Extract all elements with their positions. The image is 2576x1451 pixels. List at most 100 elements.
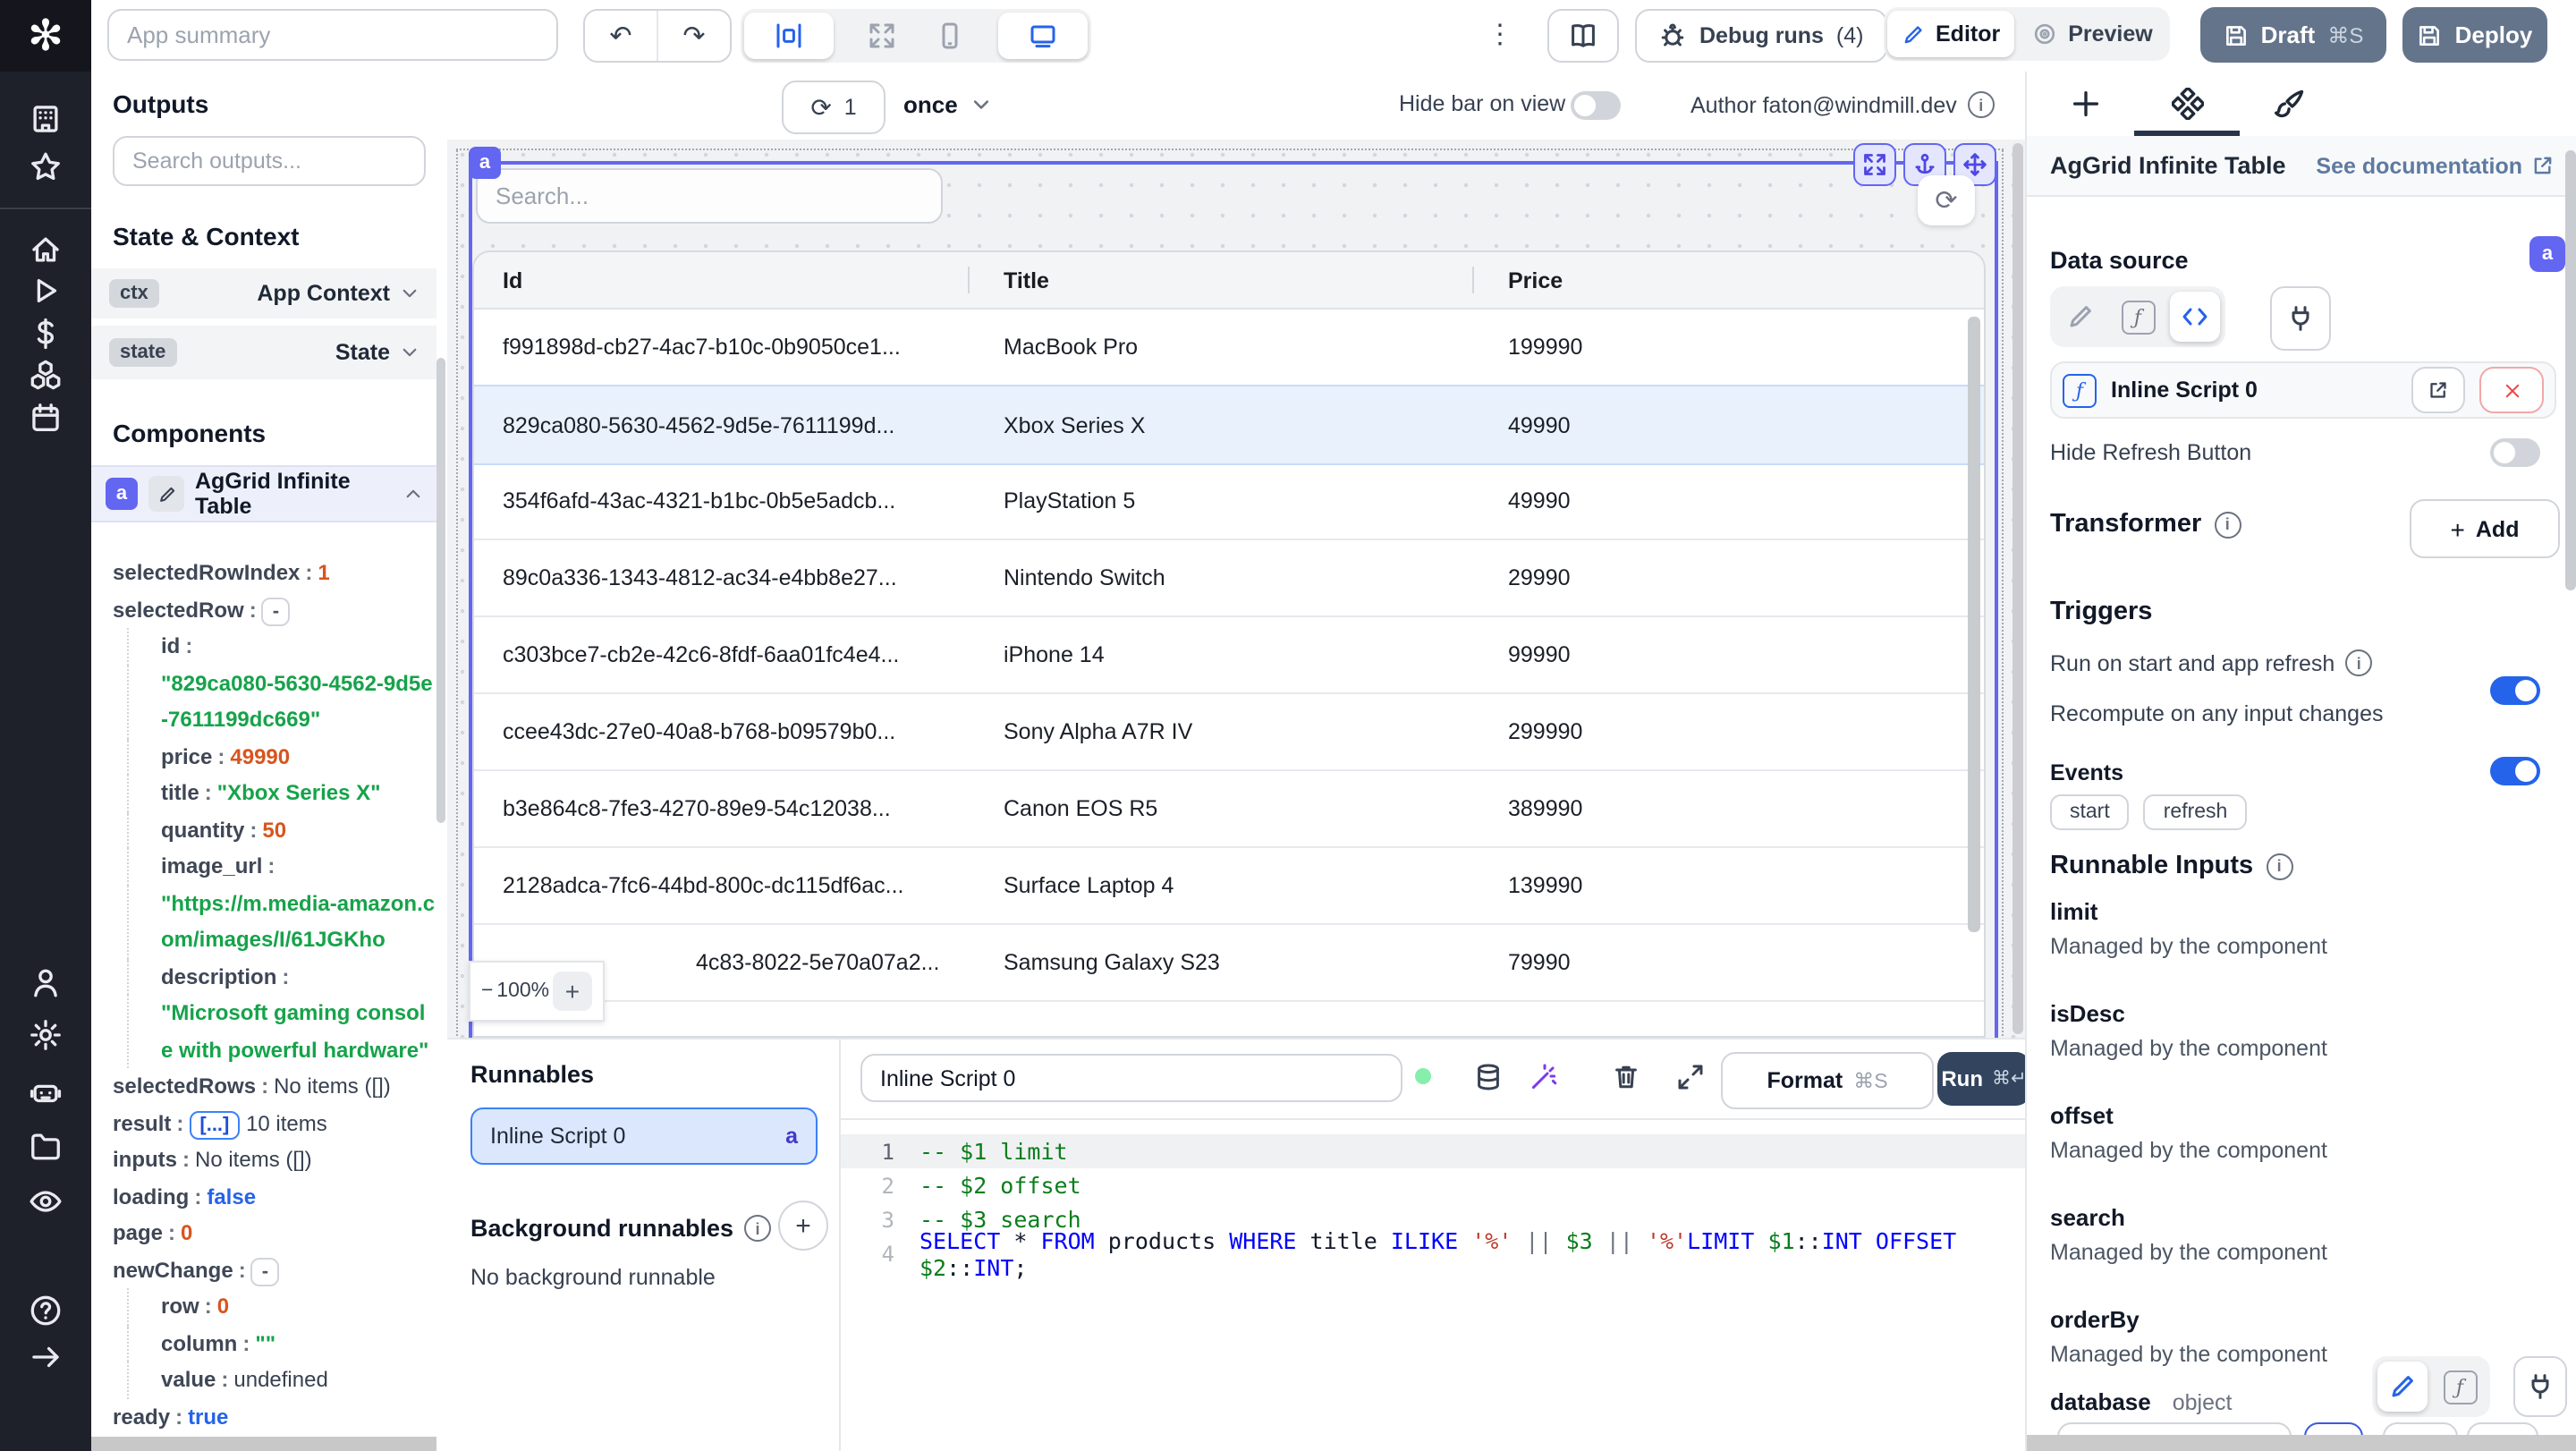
undo-button[interactable]: ↶: [585, 11, 657, 61]
add-transformer-button[interactable]: + Add: [2410, 499, 2560, 558]
more-menu-button[interactable]: ⋮: [1487, 18, 1515, 50]
template-button[interactable]: ƒ: [2113, 292, 2163, 342]
docs-button[interactable]: [1547, 9, 1619, 63]
table-row[interactable]: 89c0a336-1343-4812-ac34-e4bb8e27... Ninte…: [474, 539, 1984, 617]
settings-scrollbar[interactable]: [2565, 150, 2576, 590]
info-icon[interactable]: i: [1967, 91, 1995, 118]
output-tree-row-selectedRowIndex[interactable]: selectedRowIndex:1: [113, 555, 436, 591]
output-tree-row-inputs[interactable]: inputs: No items ([]): [113, 1141, 436, 1178]
run-on-start-toggle[interactable]: [2490, 676, 2540, 705]
search-outputs-input[interactable]: Search outputs...: [113, 136, 426, 186]
tab-insert[interactable]: [2032, 72, 2138, 136]
centered-layout-button[interactable]: [744, 13, 834, 59]
info-icon[interactable]: i: [2214, 511, 2241, 538]
sidebar-item-person[interactable]: [0, 961, 91, 1004]
windmill-logo-icon[interactable]: ✻: [0, 0, 91, 72]
db-schema-button[interactable]: [1474, 1063, 1503, 1097]
table-row[interactable]: 829ca080-5630-4562-9d5e-7611199d... Xbox …: [474, 385, 1984, 465]
expand-editor-button[interactable]: [1676, 1063, 1705, 1097]
output-tree-row-page[interactable]: page:0: [113, 1215, 436, 1252]
chevron-up-icon[interactable]: [404, 485, 422, 503]
tab-editor[interactable]: Editor: [1887, 11, 2015, 57]
output-tree-row[interactable]: "829ca080-5630-4562-9d5e-7611199dc669": [127, 665, 436, 738]
ctx-row[interactable]: ctx App Context: [91, 268, 436, 322]
hide-refresh-toggle[interactable]: [2490, 438, 2540, 467]
info-icon[interactable]: i: [2266, 853, 2293, 879]
tab-preview[interactable]: Preview: [2018, 11, 2167, 57]
output-tree-row[interactable]: "https://m.media-amazon.com/images/I/61J…: [127, 885, 436, 958]
zoom-out-button[interactable]: −: [481, 980, 493, 1002]
sidebar-item-calendar[interactable]: [0, 395, 91, 438]
output-tree-row-column[interactable]: column: "": [127, 1325, 436, 1362]
output-tree-row[interactable]: "Microsoft gaming console with powerful …: [127, 995, 436, 1068]
output-tree-row-quantity[interactable]: quantity:50: [127, 811, 436, 848]
info-icon[interactable]: i: [2345, 649, 2373, 676]
deploy-button[interactable]: Deploy: [2402, 7, 2547, 63]
add-background-runnable-button[interactable]: +: [778, 1201, 828, 1251]
ai-assist-button[interactable]: [1530, 1063, 1558, 1097]
component-row-aggrid[interactable]: a AgGrid Infinite Table: [91, 465, 436, 522]
refresh-count-button[interactable]: ⟳ 1: [782, 81, 886, 134]
output-tree-row-loading[interactable]: loading: false: [113, 1178, 436, 1215]
sidebar-item-eye[interactable]: [0, 1179, 91, 1222]
column-header-price[interactable]: Price: [1508, 252, 1563, 308]
output-tree-row-title[interactable]: title: "Xbox Series X": [127, 775, 436, 811]
output-tree-row-result[interactable]: result: [...] 10 items: [113, 1105, 436, 1141]
event-pill-refresh[interactable]: refresh: [2143, 794, 2248, 830]
sidebar-item-star[interactable]: [0, 145, 91, 188]
sidebar-item-gear[interactable]: [0, 1013, 91, 1056]
recompute-toggle[interactable]: [2490, 757, 2540, 785]
table-row[interactable]: f991898d-cb27-4ac7-b10c-0b9050ce1... MacB…: [474, 308, 1984, 386]
connect-input-button[interactable]: [2513, 1356, 2567, 1417]
app-canvas[interactable]: a ⟳ Search... Id Title Price f991898d-cb…: [447, 140, 2025, 1038]
eval-button[interactable]: [2170, 292, 2220, 342]
sidebar-item-home[interactable]: [0, 227, 91, 270]
rename-component-button[interactable]: [148, 476, 184, 512]
sidebar-item-folder[interactable]: [0, 1124, 91, 1167]
column-separator[interactable]: [968, 267, 970, 293]
connect-input-button[interactable]: [2270, 286, 2331, 351]
output-tree-row-selectedRows[interactable]: selectedRows: No items ([]): [113, 1068, 436, 1105]
column-separator[interactable]: [1472, 267, 1474, 293]
static-value-button[interactable]: [2055, 292, 2106, 342]
sidebar-item-dollar[interactable]: [0, 311, 91, 354]
table-refresh-button[interactable]: ⟳: [1918, 175, 1975, 225]
output-tree-row-price[interactable]: price:49990: [127, 738, 436, 775]
schedule-select[interactable]: once: [903, 91, 992, 118]
sidebar-item-robot[interactable]: [0, 1070, 91, 1113]
table-row[interactable]: ccee43dc-27e0-40a8-b768-b09579b0... Sony …: [474, 692, 1984, 771]
zoom-in-button[interactable]: +: [552, 972, 592, 1011]
table-row[interactable]: b3e864c8-7fe3-4270-89e9-54c12038... Canon…: [474, 769, 1984, 848]
output-tree-row-description[interactable]: description:: [127, 958, 436, 995]
sidebar-item-play[interactable]: [0, 268, 91, 311]
tab-settings[interactable]: [2134, 72, 2240, 136]
sidebar-item-building[interactable]: [0, 97, 91, 140]
output-tree-row-id[interactable]: id:: [127, 628, 436, 665]
template-button[interactable]: ƒ: [2435, 1362, 2485, 1412]
sidebar-item-question[interactable]: [0, 1288, 91, 1331]
code-area[interactable]: 1 -- $1 limit 2 -- $2 offset 3 -- $3 search 4 S…: [841, 1118, 2025, 1451]
hide-bar-toggle[interactable]: [1571, 91, 1621, 120]
script-name-input[interactable]: Inline Script 0: [860, 1054, 1402, 1102]
table-search-input[interactable]: Search...: [476, 168, 943, 224]
desktop-view-button[interactable]: [998, 13, 1088, 59]
delete-script-button[interactable]: [1612, 1063, 1640, 1097]
debug-runs-button[interactable]: Debug runs (4): [1635, 9, 1887, 63]
table-row[interactable]: 354f6afd-43ac-4321-b1bc-0b5e5adcb... Play…: [474, 462, 1984, 540]
table-scrollbar[interactable]: [1968, 317, 1980, 932]
table-row[interactable]: 2128adca-7fc6-44bd-800c-dc115df6ac... Sur…: [474, 846, 1984, 925]
static-value-button[interactable]: [2377, 1362, 2428, 1412]
table-row[interactable]: c303bce7-cb2e-42c6-8fdf-6aa01fc4e4... iPh…: [474, 615, 1984, 694]
run-button[interactable]: Run ⌘↵: [1937, 1052, 2030, 1106]
event-pill-start[interactable]: start: [2050, 794, 2130, 830]
tab-styling[interactable]: [2236, 72, 2342, 136]
format-button[interactable]: Format ⌘S: [1721, 1052, 1934, 1109]
output-tree-row-ready[interactable]: ready: true: [113, 1398, 436, 1435]
redo-button[interactable]: ↷: [657, 11, 730, 61]
output-tree-row-row[interactable]: row:0: [127, 1288, 436, 1325]
mobile-view-button[interactable]: [905, 13, 995, 59]
state-row[interactable]: state State: [91, 326, 436, 379]
sidebar-item-arrow-right[interactable]: [0, 1335, 91, 1378]
output-tree-row-selectedRow[interactable]: selectedRow: -: [113, 591, 436, 628]
see-documentation-link[interactable]: See documentation: [2316, 153, 2555, 178]
